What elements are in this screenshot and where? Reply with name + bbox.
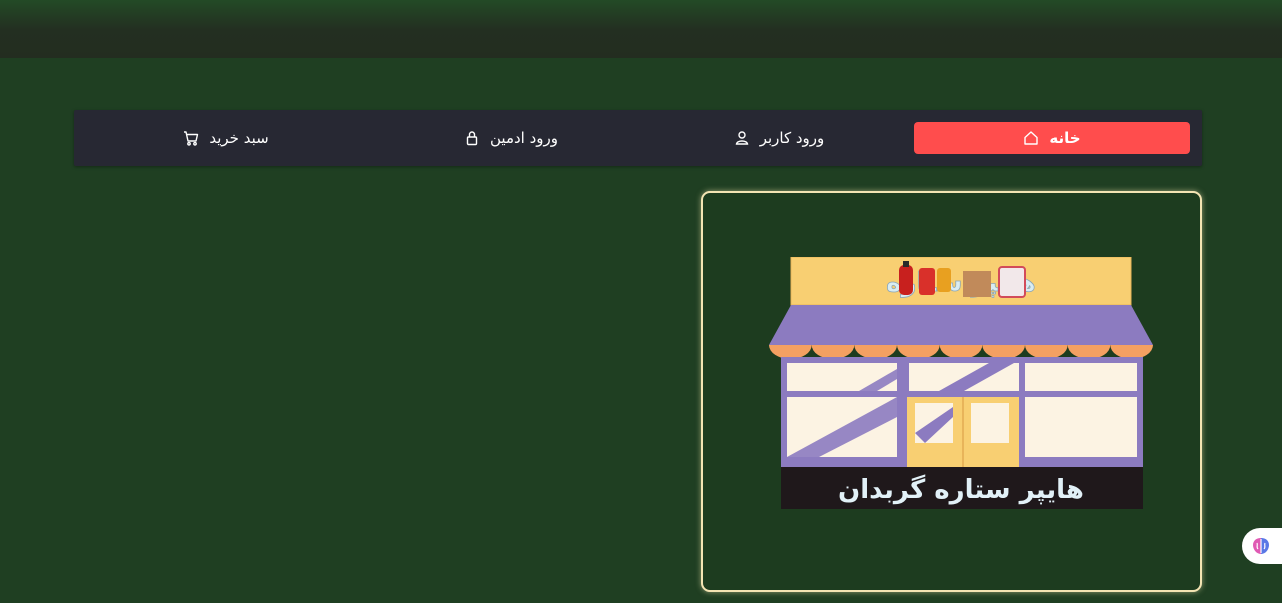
nav-user-login-label: ورود کاربر xyxy=(759,129,825,147)
main-navigation: خانه ورود کاربر ورود ادمین سبد خرید xyxy=(74,110,1202,166)
top-header-bar xyxy=(0,0,1282,58)
nav-cart-label: سبد خرید xyxy=(209,129,269,147)
assistant-button[interactable] xyxy=(1242,528,1282,564)
nav-admin-login-button[interactable]: ورود ادمین xyxy=(436,122,586,154)
nav-admin-login-label: ورود ادمین xyxy=(490,129,559,147)
lock-icon xyxy=(466,131,478,146)
nav-user-login-button[interactable]: ورود کاربر xyxy=(714,122,844,154)
store-sign-bottom-text: هایپر ستاره گربدان xyxy=(838,474,1084,505)
user-icon xyxy=(735,131,748,145)
cart-icon xyxy=(184,131,199,146)
store-awning xyxy=(769,305,1153,345)
home-icon xyxy=(1024,131,1039,145)
store-image-card: هایپر ستاره هایپر ستاره گربدان xyxy=(701,191,1202,592)
store-illustration: هایپر ستاره هایپر ستاره گربدان xyxy=(769,257,1153,509)
nav-cart-button[interactable]: سبد خرید xyxy=(166,122,286,154)
brain-icon xyxy=(1253,538,1269,554)
nav-home-label: خانه xyxy=(1049,129,1081,147)
awning-scallops xyxy=(769,345,1153,360)
nav-home-button[interactable]: خانه xyxy=(914,122,1190,154)
